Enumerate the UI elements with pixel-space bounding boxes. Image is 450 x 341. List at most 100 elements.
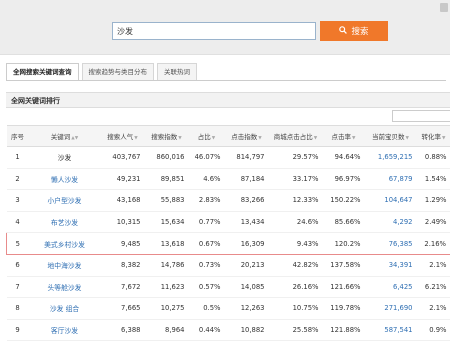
panel-title: 全网关键词排行 <box>6 92 450 108</box>
row-conversion: 2.1% <box>417 254 450 276</box>
filter-input[interactable] <box>392 110 450 122</box>
row-search-index: 55,883 <box>145 190 189 212</box>
row-mall-click-share: 29.57% <box>269 147 323 169</box>
col-header-index: 序号 <box>7 126 29 147</box>
row-conversion: 1.54% <box>417 168 450 190</box>
keyword-ranking-table: 序号 关键词▲▼ 搜索人气▼ 搜索指数▼ 占比▼ 点击指数▼ 商城点击占比▼ 点… <box>6 125 450 341</box>
search-header: 搜索 <box>0 0 450 55</box>
table-row: 3小户型沙发43,16855,8832.83%83,26612.33%150.2… <box>7 190 450 212</box>
row-index: 2 <box>7 168 29 190</box>
col-header-click-index[interactable]: 点击指数▼ <box>225 126 269 147</box>
table-header-row: 序号 关键词▲▼ 搜索人气▼ 搜索指数▼ 占比▼ 点击指数▼ 商城点击占比▼ 点… <box>7 126 450 147</box>
row-click-index: 12,263 <box>225 298 269 320</box>
row-ctr: 150.22% <box>323 190 365 212</box>
row-search-index: 10,275 <box>145 298 189 320</box>
table-row: 2懒人沙发49,23189,8514.6%87,18433.17%96.97%6… <box>7 168 450 190</box>
row-popularity: 49,231 <box>101 168 145 190</box>
tab-keyword-query[interactable]: 全网搜索关键词查询 <box>6 63 79 80</box>
row-conversion: 0.88% <box>417 147 450 169</box>
row-keyword[interactable]: 美式乡村沙发 <box>29 233 101 255</box>
row-keyword[interactable]: 布艺沙发 <box>29 211 101 233</box>
row-click-index: 10,882 <box>225 319 269 341</box>
col-header-popularity[interactable]: 搜索人气▼ <box>101 126 145 147</box>
row-popularity: 6,388 <box>101 319 145 341</box>
row-click-index: 16,309 <box>225 233 269 255</box>
row-index: 3 <box>7 190 29 212</box>
table-row: 1沙发403,767860,01646.07%814,79729.57%94.6… <box>7 147 450 169</box>
row-search-index: 15,634 <box>145 211 189 233</box>
row-mall-click-share: 12.33% <box>269 190 323 212</box>
row-click-index: 83,266 <box>225 190 269 212</box>
row-search-index: 11,623 <box>145 276 189 298</box>
row-search-index: 14,786 <box>145 254 189 276</box>
corner-icon[interactable] <box>440 3 448 12</box>
row-popularity: 7,665 <box>101 298 145 320</box>
row-mall-click-share: 24.6% <box>269 211 323 233</box>
row-mall-click-share: 42.82% <box>269 254 323 276</box>
row-mall-click-share: 33.17% <box>269 168 323 190</box>
row-item-count[interactable]: 76,385 <box>365 233 417 255</box>
row-item-count[interactable]: 1,659,215 <box>365 147 417 169</box>
row-share: 2.83% <box>189 190 225 212</box>
row-item-count[interactable]: 104,647 <box>365 190 417 212</box>
row-mall-click-share: 26.16% <box>269 276 323 298</box>
row-index: 8 <box>7 298 29 320</box>
row-click-index: 13,434 <box>225 211 269 233</box>
row-click-index: 20,213 <box>225 254 269 276</box>
row-ctr: 85.66% <box>323 211 365 233</box>
row-item-count[interactable]: 67,879 <box>365 168 417 190</box>
row-mall-click-share: 9.43% <box>269 233 323 255</box>
tab-bar: 全网搜索关键词查询 搜索趋势与类目分布 关联热词 <box>6 63 446 81</box>
row-index: 9 <box>7 319 29 341</box>
row-popularity: 10,315 <box>101 211 145 233</box>
row-keyword[interactable]: 懒人沙发 <box>29 168 101 190</box>
row-item-count[interactable]: 34,391 <box>365 254 417 276</box>
magnifier-icon <box>339 26 347 37</box>
row-share: 0.57% <box>189 276 225 298</box>
table-row: 9客厅沙发6,3888,9640.44%10,88225.58%121.88%5… <box>7 319 450 341</box>
row-keyword[interactable]: 客厅沙发 <box>29 319 101 341</box>
row-search-index: 13,618 <box>145 233 189 255</box>
search-input[interactable] <box>112 22 316 40</box>
row-conversion: 2.16% <box>417 233 450 255</box>
row-conversion: 6.21% <box>417 276 450 298</box>
col-header-share[interactable]: 占比▼ <box>189 126 225 147</box>
row-keyword[interactable]: 沙发 组合 <box>29 298 101 320</box>
row-keyword[interactable]: 地中海沙发 <box>29 254 101 276</box>
row-keyword[interactable]: 小户型沙发 <box>29 190 101 212</box>
row-keyword[interactable]: 沙发 <box>29 147 101 169</box>
col-header-item-count[interactable]: 当前宝贝数▼ <box>365 126 417 147</box>
row-item-count[interactable]: 6,425 <box>365 276 417 298</box>
row-share: 0.44% <box>189 319 225 341</box>
row-mall-click-share: 25.58% <box>269 319 323 341</box>
col-header-mall-click-share[interactable]: 商城点击占比▼ <box>269 126 323 147</box>
row-search-index: 860,016 <box>145 147 189 169</box>
row-click-index: 87,184 <box>225 168 269 190</box>
search-button-label: 搜索 <box>351 25 368 37</box>
row-conversion: 2.1% <box>417 298 450 320</box>
row-ctr: 121.88% <box>323 319 365 341</box>
row-popularity: 8,382 <box>101 254 145 276</box>
search-button[interactable]: 搜索 <box>320 21 388 41</box>
row-search-index: 8,964 <box>145 319 189 341</box>
col-header-search-index[interactable]: 搜索指数▼ <box>145 126 189 147</box>
row-ctr: 120.2% <box>323 233 365 255</box>
row-popularity: 43,168 <box>101 190 145 212</box>
col-header-keyword[interactable]: 关键词▲▼ <box>29 126 101 147</box>
row-item-count[interactable]: 4,292 <box>365 211 417 233</box>
row-click-index: 14,085 <box>225 276 269 298</box>
row-item-count[interactable]: 271,690 <box>365 298 417 320</box>
row-index: 4 <box>7 211 29 233</box>
col-header-ctr[interactable]: 点击率▼ <box>323 126 365 147</box>
tab-trend-category[interactable]: 搜索趋势与类目分布 <box>82 63 155 80</box>
tab-related-words[interactable]: 关联热词 <box>157 63 197 80</box>
table-row: 7头等舱沙发7,67211,6230.57%14,08526.16%121.66… <box>7 276 450 298</box>
col-header-conversion[interactable]: 转化率▼ <box>417 126 450 147</box>
row-conversion: 0.9% <box>417 319 450 341</box>
table-row: 6地中海沙发8,38214,7860.73%20,21342.82%137.58… <box>7 254 450 276</box>
row-keyword[interactable]: 头等舱沙发 <box>29 276 101 298</box>
table-row: 5美式乡村沙发9,48513,6180.67%16,3099.43%120.2%… <box>7 233 450 255</box>
row-item-count[interactable]: 587,541 <box>365 319 417 341</box>
row-index: 6 <box>7 254 29 276</box>
row-share: 4.6% <box>189 168 225 190</box>
